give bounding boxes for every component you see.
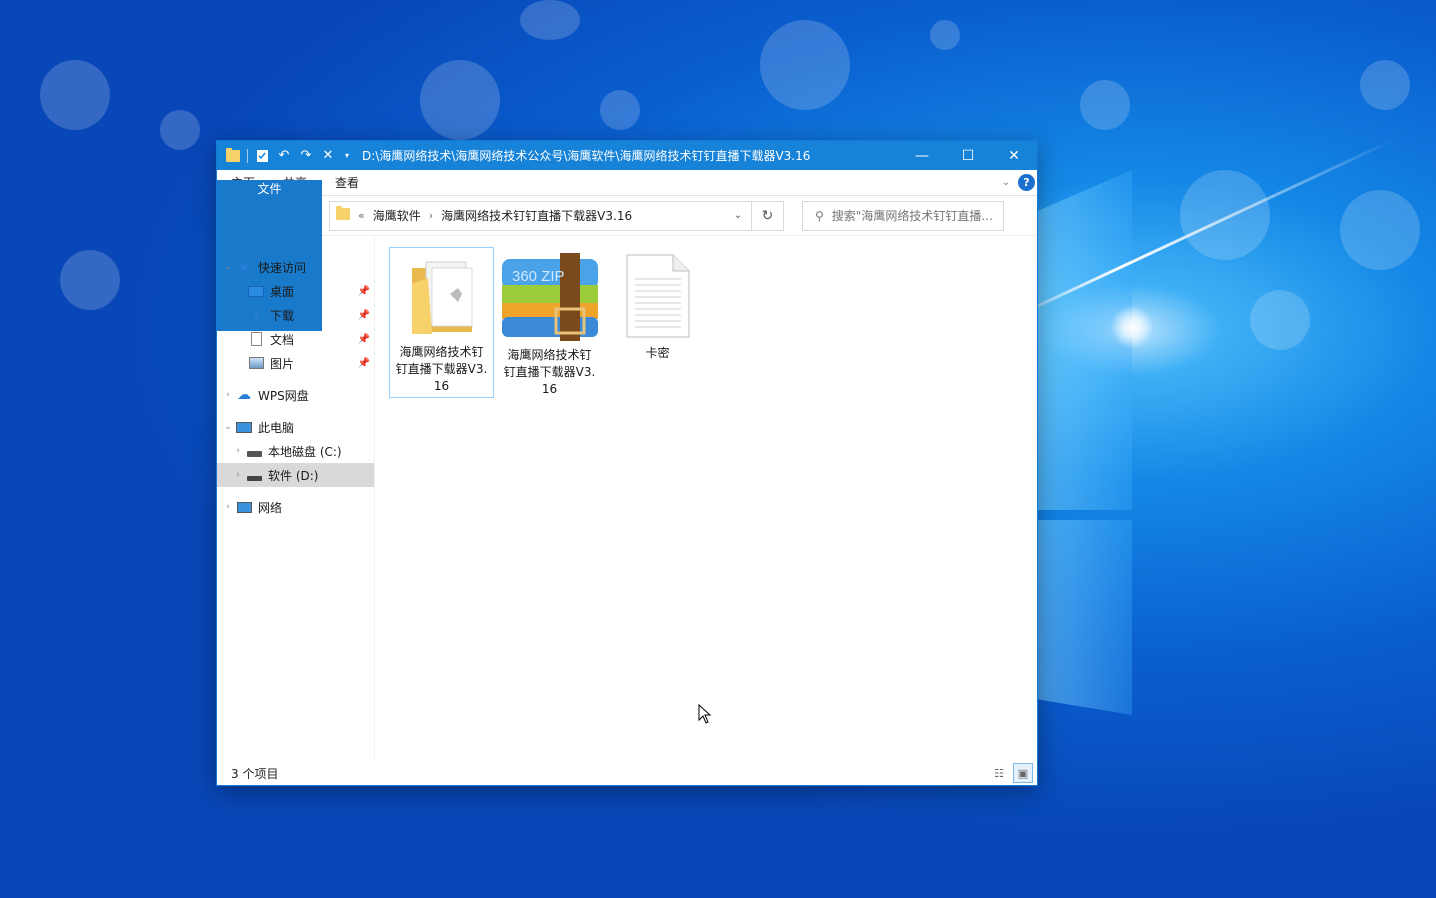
download-icon: ↓ (249, 306, 263, 324)
chevron-right-icon[interactable]: › (221, 390, 235, 400)
zip-archive-icon: 360 ZIP (501, 253, 598, 341)
minimize-button[interactable]: — (899, 141, 945, 170)
chevron-right-icon[interactable]: › (221, 502, 235, 512)
tab-view[interactable]: 查看 (321, 170, 373, 195)
bokeh (1180, 170, 1270, 260)
redo-icon[interactable]: ↷ (298, 148, 314, 164)
undo-icon[interactable]: ↶ (276, 148, 292, 164)
chevron-right-icon[interactable]: › (231, 446, 245, 456)
navigation-pane[interactable]: ⌄ ★ 快速访问 桌面 📌 ↓ 下载 📌 文档 📌 图片 📌 › ☁ WPS网盘… (217, 237, 375, 761)
overflow-crumb[interactable]: « (358, 209, 365, 222)
window-title: D:\海鹰网络技术\海鹰网络技术公众号\海鹰软件\海鹰网络技术钉钉直播下载器V3… (362, 149, 811, 163)
quick-access-toolbar: ↶ ↷ ✕ ▾ (217, 147, 352, 164)
folder-icon (225, 147, 241, 164)
file-name: 海鹰网络技术钉钉直播下载器V3.16 (503, 348, 596, 396)
bokeh (1340, 190, 1420, 270)
refresh-button[interactable]: ↻ (751, 201, 783, 230)
cloud-icon: ☁ (237, 387, 251, 403)
nav-this-pc[interactable]: ⌄ 此电脑 (217, 415, 374, 439)
address-dropdown-icon[interactable]: ⌄ (727, 202, 749, 230)
maximize-button[interactable]: ☐ (945, 141, 991, 170)
title-bar[interactable]: ↶ ↷ ✕ ▾ D:\海鹰网络技术\海鹰网络技术公众号\海鹰软件\海鹰网络技术钉… (217, 141, 1037, 170)
document-icon (247, 331, 265, 347)
properties-icon[interactable] (254, 148, 270, 164)
nav-documents[interactable]: 文档 📌 (217, 327, 374, 351)
folder-icon (336, 206, 350, 223)
file-list[interactable]: 海鹰网络技术钉钉直播下载器V3.16 360 ZIP 海鹰网络技术钉钉直播下载器… (375, 237, 1037, 761)
folder-icon (411, 261, 472, 334)
bokeh (520, 0, 580, 40)
picture-icon (247, 355, 265, 371)
details-view-button[interactable]: ☷ (989, 763, 1009, 783)
light-flare (1110, 305, 1154, 349)
nav-drive-c[interactable]: › 本地磁盘 (C:) (217, 439, 374, 463)
file-name: 海鹰网络技术钉钉直播下载器V3.16 (395, 345, 488, 393)
bokeh (1250, 290, 1310, 350)
file-name: 卡密 (645, 346, 670, 360)
computer-icon (235, 419, 253, 435)
chevron-down-icon[interactable]: ⌄ (221, 422, 235, 432)
search-icon: ⚲ (815, 208, 824, 223)
expand-ribbon-icon[interactable]: ⌄ (1002, 177, 1010, 188)
desktop-icon (247, 283, 265, 299)
bokeh (160, 110, 200, 150)
status-bar: 3 个项目 ☷ ▣ (217, 761, 1037, 785)
search-box[interactable]: ⚲ (802, 200, 1004, 231)
pin-icon[interactable]: 📌 (358, 310, 370, 321)
windows-drive-icon (245, 443, 263, 459)
drive-icon (245, 467, 263, 483)
file-item-text[interactable]: 卡密 (605, 247, 710, 398)
large-icons-view-button[interactable]: ▣ (1013, 763, 1033, 783)
bokeh (600, 90, 640, 130)
nav-network[interactable]: › 网络 (217, 495, 374, 519)
mouse-cursor-icon (698, 704, 712, 724)
text-file-icon (626, 254, 689, 338)
breadcrumb-item[interactable]: 海鹰网络技术钉钉直播下载器V3.16 (441, 207, 632, 224)
pin-icon[interactable]: 📌 (358, 286, 370, 297)
address-bar[interactable]: « 海鹰软件 › 海鹰网络技术钉钉直播下载器V3.16 ⌄ ↻ (329, 200, 784, 231)
customize-toolbar-icon[interactable]: ▾ (342, 148, 352, 164)
breadcrumb-item[interactable]: 海鹰软件 (373, 207, 421, 224)
navigation-bar: ← → ▾ ↑ « 海鹰软件 › 海鹰网络技术钉钉直播下载器V3.16 ⌄ ↻ … (217, 196, 1037, 236)
explorer-window[interactable]: ↶ ↷ ✕ ▾ D:\海鹰网络技术\海鹰网络技术公众号\海鹰软件\海鹰网络技术钉… (216, 140, 1038, 786)
close-button[interactable]: ✕ (991, 141, 1037, 170)
nav-downloads[interactable]: ↓ 下载 📌 (217, 303, 374, 327)
bokeh (60, 250, 120, 310)
nav-desktop[interactable]: 桌面 📌 (217, 279, 374, 303)
bokeh (1360, 60, 1410, 110)
file-item-folder[interactable]: 海鹰网络技术钉钉直播下载器V3.16 (389, 247, 494, 398)
chevron-down-icon[interactable]: ⌄ (221, 262, 235, 272)
ribbon-tabs: 文件 主页 共享 查看 ⌄ ? (217, 170, 1037, 331)
bokeh (1080, 80, 1130, 130)
star-icon: ★ (238, 259, 250, 275)
delete-icon[interactable]: ✕ (320, 148, 336, 164)
nav-pictures[interactable]: 图片 📌 (217, 351, 374, 375)
bokeh (760, 20, 850, 110)
nav-quick-access[interactable]: ⌄ ★ 快速访问 (217, 255, 374, 279)
help-icon[interactable]: ? (1018, 174, 1035, 191)
pin-icon[interactable]: 📌 (358, 358, 370, 369)
windows-logo (1038, 170, 1138, 720)
chevron-right-icon[interactable]: › (429, 209, 433, 222)
bokeh (930, 20, 960, 50)
nav-drive-d[interactable]: › 软件 (D:) (217, 463, 374, 487)
window-controls: — ☐ ✕ (899, 141, 1037, 170)
search-input[interactable] (831, 208, 992, 223)
content-area: ⌄ ★ 快速访问 桌面 📌 ↓ 下载 📌 文档 📌 图片 📌 › ☁ WPS网盘… (217, 237, 1037, 761)
network-icon (235, 499, 253, 515)
item-count: 3 个项目 (231, 766, 279, 781)
svg-text:360 ZIP: 360 ZIP (512, 268, 565, 285)
pin-icon[interactable]: 📌 (358, 334, 370, 345)
bokeh (40, 60, 110, 130)
chevron-right-icon[interactable]: › (231, 470, 245, 480)
nav-wps-cloud[interactable]: › ☁ WPS网盘 (217, 383, 374, 407)
file-item-archive[interactable]: 360 ZIP 海鹰网络技术钉钉直播下载器V3.16 (497, 247, 602, 398)
bokeh (420, 60, 500, 140)
